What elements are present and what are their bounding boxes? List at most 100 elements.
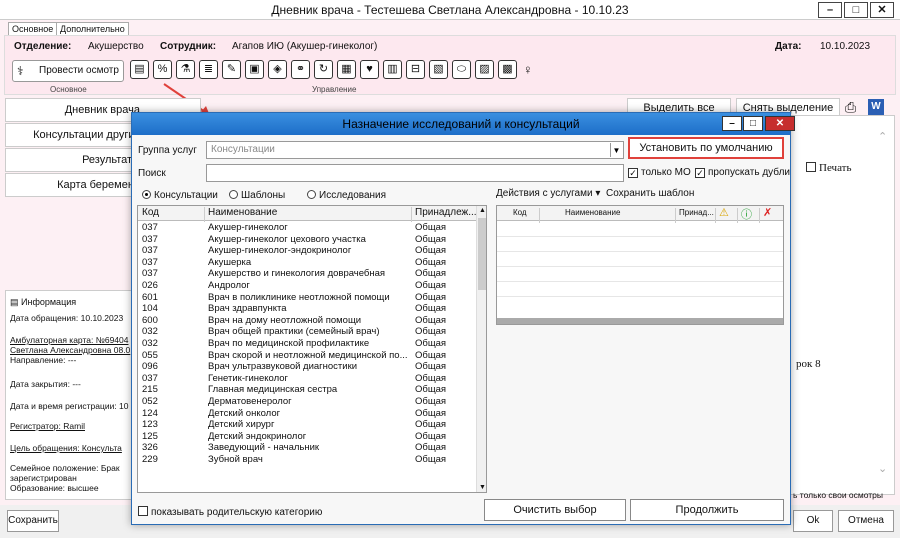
scroll-thumb[interactable]: [478, 218, 486, 290]
list-item[interactable]: 125 Детский эндокринолог Общая: [138, 431, 476, 443]
selected-services-grid: Код Наименование Принад... ⚠ ⓘ ✗: [496, 205, 784, 325]
print-checkbox[interactable]: Печать: [806, 162, 852, 174]
list-item[interactable]: 229 Зубной врач Общая: [138, 454, 476, 466]
stethoscope-icon: ⚕: [17, 64, 24, 78]
toolbar-pill-icon[interactable]: ⬭: [452, 60, 471, 79]
list-scrollbar[interactable]: ▲ ▼: [476, 206, 486, 492]
toolbar-page-icon[interactable]: ▥: [383, 60, 402, 79]
scroll-down-icon[interactable]: ▼: [479, 484, 486, 491]
grid2-owner-header[interactable]: Принад...: [679, 208, 714, 217]
row-owner: Общая: [415, 442, 447, 454]
list-item[interactable]: 124 Детский онколог Общая: [138, 408, 476, 420]
list-rows: 037 Акушер-гинеколог Общая 037 Акушер-гинеко…: [138, 222, 476, 465]
col-code-header[interactable]: Код: [142, 207, 159, 218]
toolbar-list-icon[interactable]: ≣: [199, 60, 218, 79]
toolbar-visits-icon[interactable]: ⚭: [291, 60, 310, 79]
toolbar-heart-icon[interactable]: ♥: [360, 60, 379, 79]
toolbar-person-icon[interactable]: ♀: [523, 62, 533, 77]
scroll-up-icon[interactable]: ▲: [479, 207, 486, 214]
list-item[interactable]: 104 Врач здравпункта Общая: [138, 303, 476, 315]
row-code: 026: [142, 279, 158, 291]
clear-selection-button[interactable]: Очистить выбор: [484, 499, 626, 521]
row-owner: Общая: [415, 326, 447, 338]
skip-dups-checkbox[interactable]: ✓ пропускать дубли: [695, 167, 790, 178]
toolbar-grid-icon[interactable]: ▦: [337, 60, 356, 79]
search-input[interactable]: [206, 164, 624, 182]
list-item[interactable]: 055 Врач скорой и неотложной медицинской …: [138, 350, 476, 362]
info-title: ▤ Информация: [10, 297, 77, 307]
ok-button[interactable]: Ok: [793, 510, 833, 532]
list-item[interactable]: 026 Андролог Общая: [138, 280, 476, 292]
minimize-button[interactable]: –: [818, 2, 842, 18]
row-code: 032: [142, 326, 158, 338]
list-item[interactable]: 037 Акушерство и гинекология доврачебная О…: [138, 268, 476, 280]
row-code: 215: [142, 384, 158, 396]
list-item[interactable]: 096 Врач ультразвуковой диагностики Общая: [138, 361, 476, 373]
scroll-up-icon[interactable]: ⌃: [878, 130, 887, 143]
row-owner: Общая: [415, 245, 447, 257]
dialog-close-button[interactable]: ✕: [765, 116, 795, 131]
maximize-button[interactable]: □: [844, 2, 868, 18]
actions-menu[interactable]: Действия с услугами ▾: [496, 188, 600, 199]
save-button[interactable]: Сохранить: [7, 510, 59, 532]
toolbar-doc-icon[interactable]: ▤: [130, 60, 149, 79]
scroll-down-icon[interactable]: ⌄: [878, 462, 887, 475]
cancel-button[interactable]: Отмена: [838, 510, 894, 532]
dialog-maximize-button[interactable]: □: [743, 116, 763, 131]
save-template-button[interactable]: Сохранить шаблон: [606, 188, 694, 199]
col-owner-header[interactable]: Принадлеж...: [415, 207, 477, 218]
exam-button[interactable]: ⚕ Провести осмотр: [12, 60, 124, 82]
toolbar-analysis-icon[interactable]: ⚗: [176, 60, 195, 79]
toolbar-calc-icon[interactable]: ⊟: [406, 60, 425, 79]
dialog-minimize-button[interactable]: –: [722, 116, 742, 131]
toolbar-box-icon[interactable]: ◈: [268, 60, 287, 79]
grid2-hscroll[interactable]: [497, 318, 783, 324]
list-item[interactable]: 123 Детский хирург Общая: [138, 419, 476, 431]
grid2-name-header[interactable]: Наименование: [565, 208, 620, 217]
list-item[interactable]: 037 Акушер-гинеколог Общая: [138, 222, 476, 234]
services-list: Код Наименование Принадлеж... 037 Акушер-…: [137, 205, 487, 493]
list-item[interactable]: 032 Врач по медицинской профилактике Общая: [138, 338, 476, 350]
list-item[interactable]: 037 Акушерка Общая: [138, 257, 476, 269]
show-parent-checkbox[interactable]: показывать родительскую категорию: [138, 506, 322, 518]
list-item[interactable]: 032 Врач общей практики (семейный врач) Об…: [138, 326, 476, 338]
toolbar-percent-icon[interactable]: %: [153, 60, 172, 79]
grid2-code-header[interactable]: Код: [513, 208, 527, 217]
department-value: Акушерство: [88, 41, 144, 52]
list-item[interactable]: 601 Врач в поликлинике неотложной помощи О…: [138, 292, 476, 304]
set-default-button[interactable]: Установить по умолчанию: [628, 137, 784, 159]
col-name-header[interactable]: Наименование: [208, 207, 277, 218]
row-code: 125: [142, 430, 158, 442]
toolbar-chart-icon[interactable]: ▩: [498, 60, 517, 79]
toolbar-clipboard-icon[interactable]: ▣: [245, 60, 264, 79]
toolbar-template-icon[interactable]: ▨: [475, 60, 494, 79]
continue-button[interactable]: Продолжить: [630, 499, 784, 521]
toolbar-refresh-icon[interactable]: ↻: [314, 60, 333, 79]
close-button[interactable]: ✕: [870, 2, 894, 18]
info-line[interactable]: Цель обращения: Консульта: [10, 443, 122, 453]
toolbar-report-icon[interactable]: ▧: [429, 60, 448, 79]
radio-studies[interactable]: Исследования: [307, 190, 386, 201]
info-line[interactable]: Регистратор: Ramil: [10, 421, 85, 431]
info-line[interactable]: Светлана Александровна 08.0: [10, 345, 130, 355]
list-item[interactable]: 037 Генетик-гинеколог Общая: [138, 373, 476, 385]
radio-consultations[interactable]: Консультации: [142, 190, 218, 201]
list-item[interactable]: 052 Дерматовенеролог Общая: [138, 396, 476, 408]
radio-templates[interactable]: Шаблоны: [229, 190, 285, 201]
group-label: Группа услуг: [138, 145, 197, 156]
info-line[interactable]: Амбулаторная карта: №69404: [10, 335, 128, 345]
list-item[interactable]: 037 Акушер-гинеколог цехового участка Обща…: [138, 234, 476, 246]
list-item[interactable]: 600 Врач на дому неотложной помощи Общая: [138, 315, 476, 327]
list-item[interactable]: 215 Главная медицинская сестра Общая: [138, 384, 476, 396]
list-item[interactable]: 037 Акушер-гинеколог-эндокринолог Общая: [138, 245, 476, 257]
word-icon[interactable]: W: [868, 99, 884, 115]
list-item[interactable]: 326 Заведующий - начальник Общая: [138, 442, 476, 454]
tab-main[interactable]: Основное: [8, 22, 58, 36]
only-mo-checkbox[interactable]: ✓ только МО: [628, 167, 691, 178]
tab-additional[interactable]: Дополнительно: [56, 22, 129, 36]
dropdown-arrow-icon[interactable]: ▼: [610, 143, 622, 157]
search-label: Поиск: [138, 168, 166, 179]
group-select[interactable]: Консультации ▼: [206, 141, 624, 159]
toolbar-pen-icon[interactable]: ✎: [222, 60, 241, 79]
printer-icon[interactable]: ⎙: [845, 99, 856, 116]
